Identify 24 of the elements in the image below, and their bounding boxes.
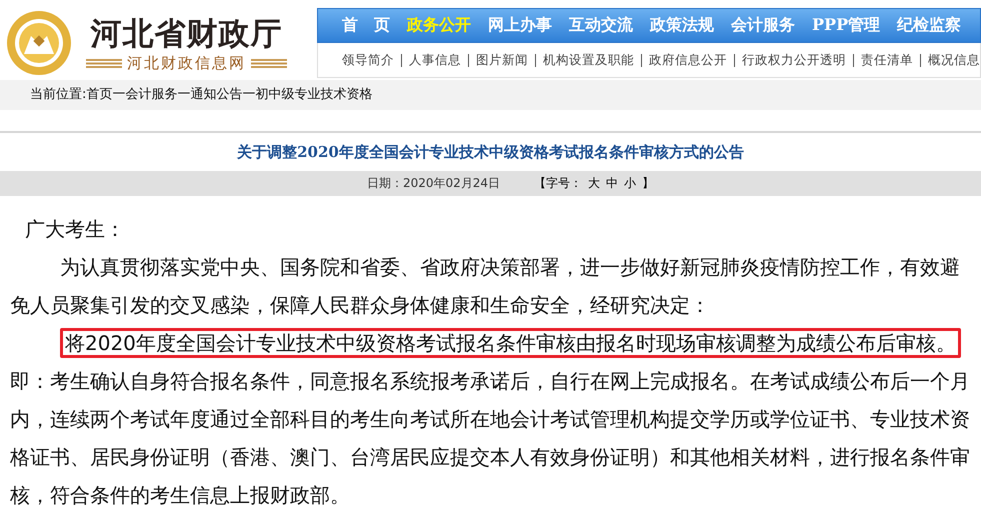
subnav-link[interactable]: 图片新闻 [476, 52, 528, 68]
stripe-decoration [86, 58, 122, 68]
font-size-label: 【字号： [534, 175, 582, 192]
subnav-link[interactable]: 机构设置及职能 [543, 52, 634, 68]
site-subtitle: 河北财政信息网 [127, 54, 246, 72]
subnav-link[interactable]: 行政权力公开透明 [742, 52, 846, 68]
subnav-link[interactable]: 领导简介 [342, 52, 394, 68]
subnav-link[interactable]: 政府信息公开 [649, 52, 727, 68]
bracket-text: 】 [642, 175, 654, 192]
greeting-text: 广大考生： [24, 216, 126, 243]
subnav-link[interactable]: 责任清单 [861, 52, 913, 68]
site-title: 河北省财政厅 [90, 14, 282, 54]
font-size-link[interactable]: 小 [624, 175, 636, 192]
body-paragraph: 将2020年度全国会计专业技术中级资格考试报名条件审核由报名时现场审核调整为成绩公布后审核。 即：考生确认自身符合报名条件，同意报名系统报考承诺后，自行在网上完成报名。在考试成绩公布后一个月内，连续两个考试年度通过全部科目的考生向考试所在地会计考试管理机构提交学历或学位证书、专业技术资格证书、居民身份证明（香港、澳门、台湾居民应提交本人有效身份证明）和其他相关材料，进行报名条件审核，符合条件的考生信息上报财政部。 [10, 324, 971, 514]
article-title: 关于调整2020年度全国会计专业技术中级资格考试报名条件审核方式的公告 [237, 143, 744, 161]
stripe-decoration [251, 58, 287, 68]
subnav-link[interactable]: 概况信息 [928, 52, 980, 68]
logo-icon [6, 10, 72, 76]
article-date: 日期：2020年02月24日 [366, 175, 500, 192]
font-size-link[interactable]: 大 [588, 175, 600, 192]
subnav-link[interactable]: 人事信息 [409, 52, 461, 68]
font-size-link[interactable]: 中 [606, 175, 618, 192]
body-paragraph: 为认真贯彻落实党中央、国务院和省委、省政府决策部署，进一步做好新冠肺炎疫情防控工作，有效避免人员聚集引发的交叉感染，保障人民群众身体健康和生命安全，经研究决定： [10, 254, 961, 319]
breadcrumb: 当前位置:首页一会计服务一通知公告一初中级专业技术资格 [30, 87, 372, 102]
